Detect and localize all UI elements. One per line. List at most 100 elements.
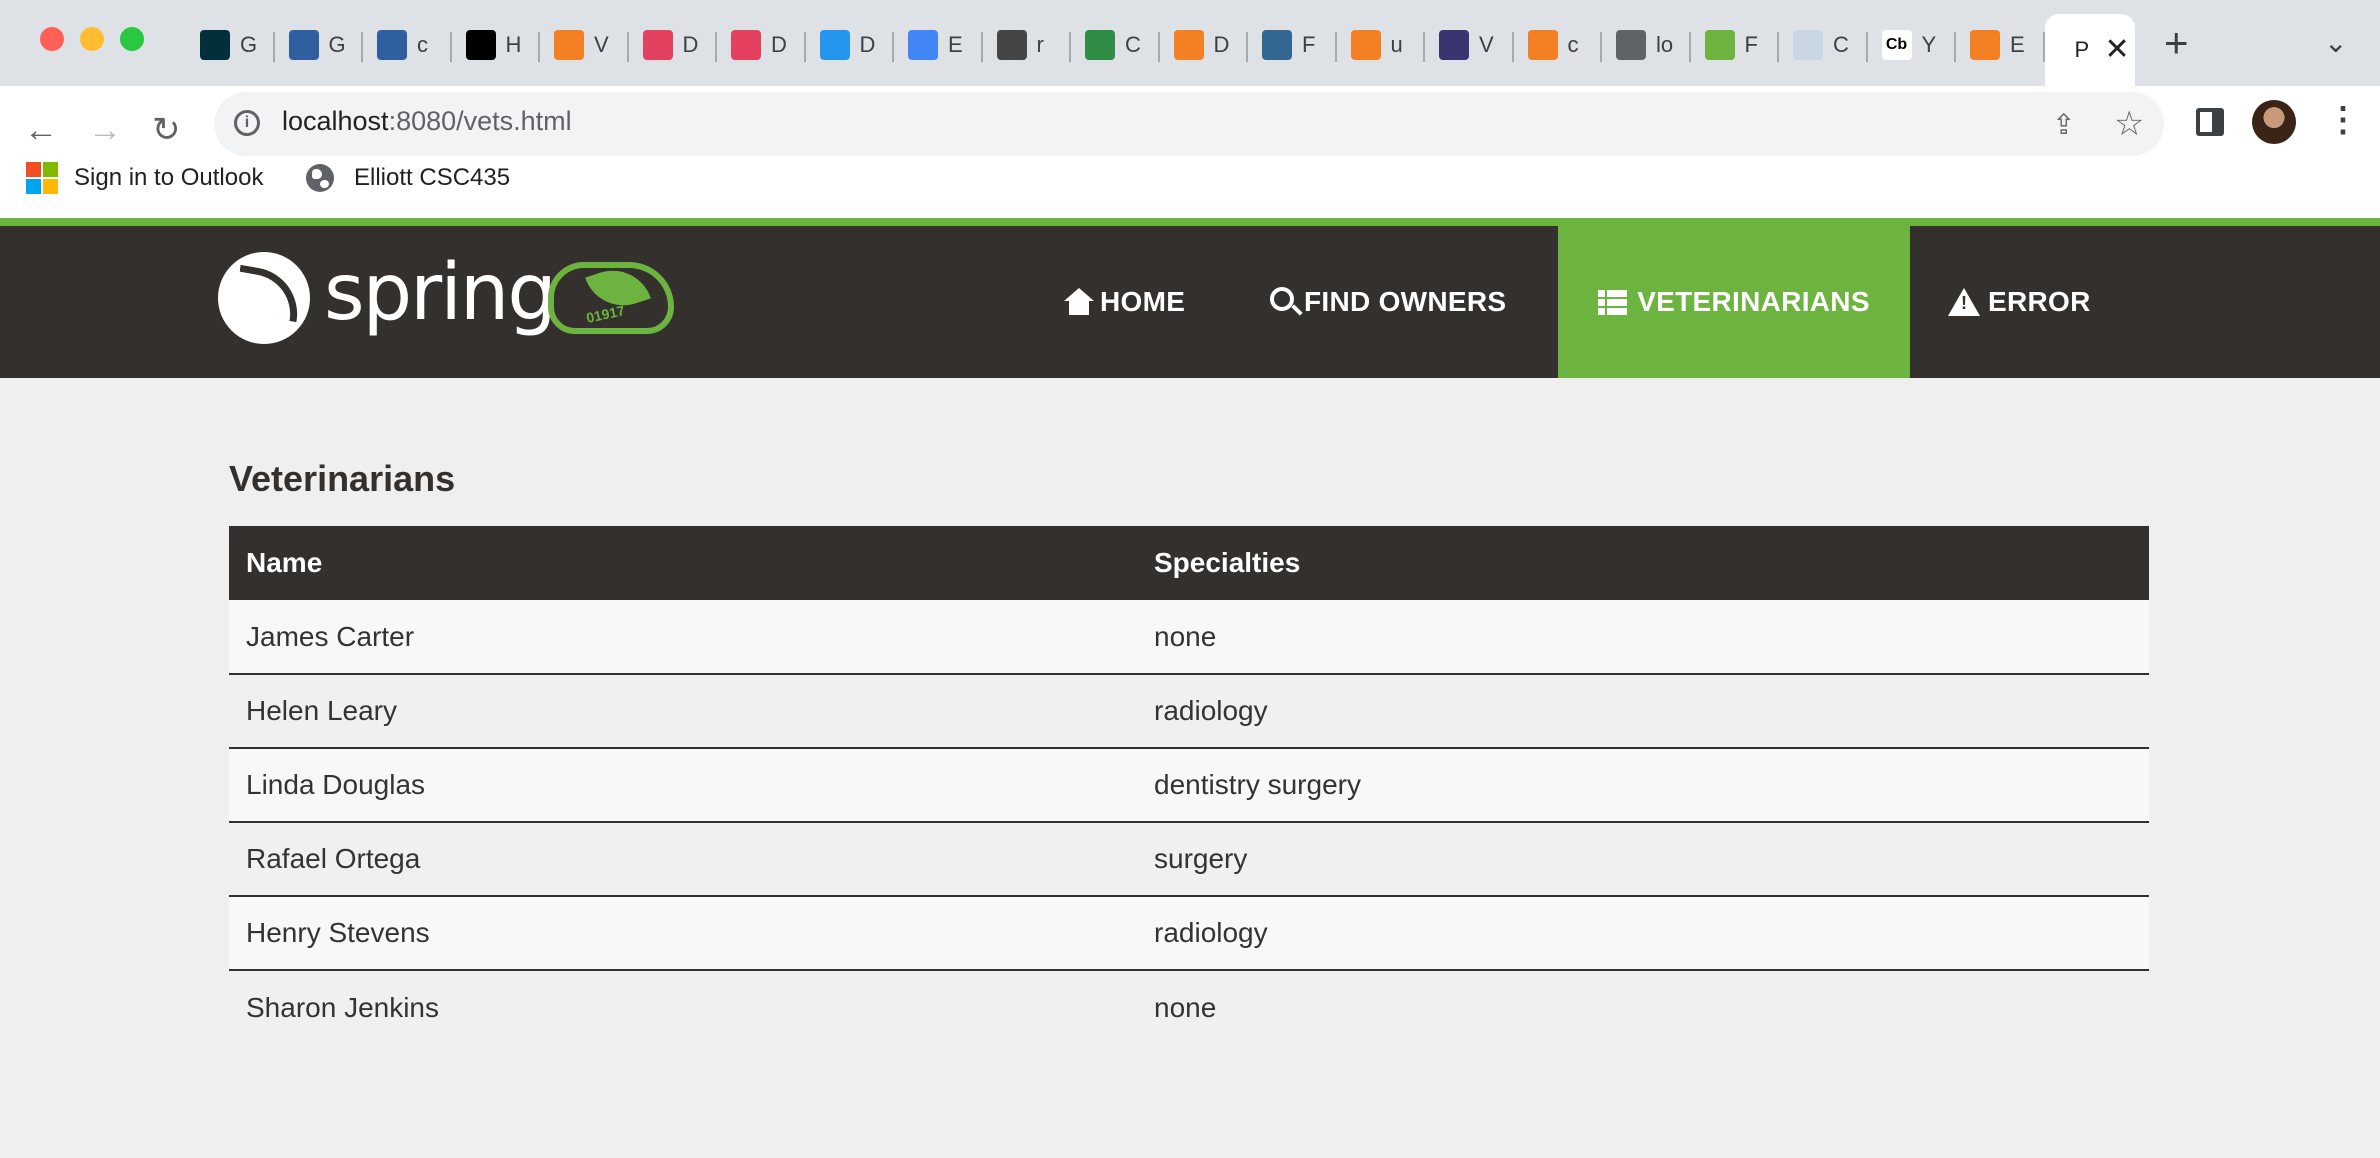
bookmark-outlook[interactable]: Sign in to Outlook <box>26 158 263 198</box>
tab-title: G <box>240 32 258 57</box>
browser-tab[interactable]: c <box>1514 14 1603 76</box>
vet-specialties-cell: radiology <box>1137 895 2149 970</box>
geeksforgeeks-icon <box>1085 30 1115 60</box>
tab-title: c <box>1567 32 1579 57</box>
bookmark-star-icon[interactable]: ☆ <box>2114 104 2144 144</box>
vet-name-cell: Sharon Jenkins <box>229 969 1137 1044</box>
whale-icon <box>1793 30 1823 60</box>
new-tab-button[interactable]: + <box>2164 22 2189 64</box>
globe-icon <box>306 164 334 192</box>
vet-name-cell: Linda Douglas <box>229 747 1137 822</box>
shield-icon <box>288 30 319 60</box>
tab-title: u <box>1390 32 1403 57</box>
table-row: Sharon Jenkins none <box>229 969 2149 1044</box>
vet-specialties-cell: dentistry surgery <box>1137 747 2149 822</box>
tab-title: D <box>771 32 787 57</box>
nav-error[interactable]: ERROR <box>1948 226 2091 378</box>
table-row: Rafael Ortega surgery <box>229 821 2149 896</box>
browser-tab[interactable]: G <box>186 14 275 76</box>
grid-icon <box>996 30 1027 60</box>
bookmark-elliott[interactable]: Elliott CSC435 <box>306 158 510 198</box>
zoom-window-button[interactable] <box>120 27 144 51</box>
nav-veterinarians-label: VETERINARIANS <box>1637 286 1870 317</box>
google-icon <box>908 30 938 60</box>
cb-icon: Cb <box>1881 30 1912 60</box>
browser-tab[interactable]: r <box>983 14 1072 76</box>
nav-find-owners-label: FIND OWNERS <box>1304 286 1507 317</box>
address-url[interactable]: localhost:8080/vets.html <box>282 106 572 137</box>
page-viewport: spring 01917 HOME FIND OWNERS VETERINARI… <box>0 218 2380 1158</box>
search-icon <box>1270 287 1294 311</box>
column-header-specialties[interactable]: Specialties <box>1137 526 2149 600</box>
close-tab-icon[interactable]: ✕ <box>2105 35 2130 65</box>
tab-title: G <box>328 32 346 57</box>
tab-title: Y <box>1921 32 1937 57</box>
browser-tab[interactable]: Cb Y <box>1868 14 1957 76</box>
tab-search-chevron-icon[interactable]: ⌄ <box>2324 26 2347 59</box>
browser-tab[interactable]: u <box>1337 14 1426 76</box>
tab-active[interactable]: P ✕ <box>2044 14 2135 86</box>
nav-home[interactable]: HOME <box>1064 226 1185 378</box>
nav-veterinarians[interactable]: VETERINARIANS <box>1558 226 1910 378</box>
vet-name-cell: Rafael Ortega <box>229 821 1137 896</box>
back-button[interactable]: ← <box>24 100 58 160</box>
browser-tab[interactable]: H <box>452 14 541 76</box>
browser-tab[interactable]: D <box>1160 14 1249 76</box>
browser-menu-icon[interactable]: ⋮ <box>2326 100 2360 140</box>
browser-tab[interactable]: C <box>1779 14 1868 76</box>
browser-tab[interactable]: c <box>363 14 452 76</box>
spring-logo[interactable]: spring 01917 <box>218 248 678 348</box>
profile-avatar[interactable] <box>2252 100 2296 144</box>
table-row: Helen Leary radiology <box>229 673 2149 748</box>
browser-tab[interactable]: G <box>275 14 364 76</box>
browser-tab[interactable]: D <box>806 14 895 76</box>
reload-button[interactable]: ↻ <box>152 100 181 160</box>
bookmark-label: Elliott CSC435 <box>354 164 511 191</box>
nav-find-owners[interactable]: FIND OWNERS <box>1270 226 1506 378</box>
tab-title: D <box>1213 32 1230 57</box>
stackoverflow-icon <box>554 30 584 60</box>
tab-title: D <box>859 32 876 57</box>
browser-tab[interactable]: E <box>1956 14 2045 76</box>
browser-tab[interactable]: F <box>1691 14 1780 76</box>
vet-specialties-cell: radiology <box>1137 673 2149 748</box>
browser-tab[interactable]: E <box>894 14 983 76</box>
nav-error-label: ERROR <box>1988 286 2091 317</box>
cloud-leaf-icon: 01917 <box>548 262 674 334</box>
home-icon <box>1064 288 1094 316</box>
stackoverflow-icon <box>1173 30 1204 60</box>
forward-button[interactable]: → <box>88 100 122 160</box>
minimize-window-button[interactable] <box>80 27 104 51</box>
browser-tab[interactable]: V <box>540 14 629 76</box>
browser-tab[interactable]: C <box>1071 14 1160 76</box>
browser-tab[interactable]: D <box>717 14 806 76</box>
site-info-icon[interactable]: i <box>234 110 260 136</box>
close-window-button[interactable] <box>40 27 64 51</box>
stackoverflow-icon <box>1527 30 1558 60</box>
column-header-name[interactable]: Name <box>229 526 1137 600</box>
url-host: localhost <box>282 106 389 136</box>
share-icon[interactable]: ⇪ <box>2052 108 2075 141</box>
tab-title: H <box>505 32 522 57</box>
table-row: Henry Stevens radiology <box>229 895 2149 970</box>
tab-title: C <box>1833 32 1849 57</box>
brand-word: spring <box>324 248 557 338</box>
spring-leaf-icon <box>218 252 310 344</box>
tab-title: lo <box>1656 32 1674 57</box>
table-row: Linda Douglas dentistry surgery <box>229 747 2149 822</box>
table-row: James Carter none <box>229 600 2149 674</box>
medium-icon <box>465 30 496 60</box>
browser-tab[interactable]: F <box>1248 14 1337 76</box>
bookmark-label: Sign in to Outlook <box>74 164 264 191</box>
browser-tab[interactable]: V <box>1425 14 1514 76</box>
address-bar[interactable]: i localhost:8080/vets.html ⇪ ☆ <box>214 92 2164 156</box>
vet-specialties-cell: none <box>1137 600 2149 674</box>
bootstrap-icon <box>642 30 673 60</box>
globe-icon <box>1616 30 1646 60</box>
browser-tab[interactable]: D <box>629 14 718 76</box>
side-panel-icon[interactable] <box>2196 108 2224 136</box>
browser-tabstrip: G Gc H V D D D Er C D Fu Vc lo F C Cb Y E P ✕ + ⌄ <box>0 0 2380 86</box>
tab-title: P <box>2074 37 2090 62</box>
vets-table: Name Specialties James Carter none Helen L… <box>229 526 2149 1044</box>
browser-tab[interactable]: lo <box>1602 14 1691 76</box>
